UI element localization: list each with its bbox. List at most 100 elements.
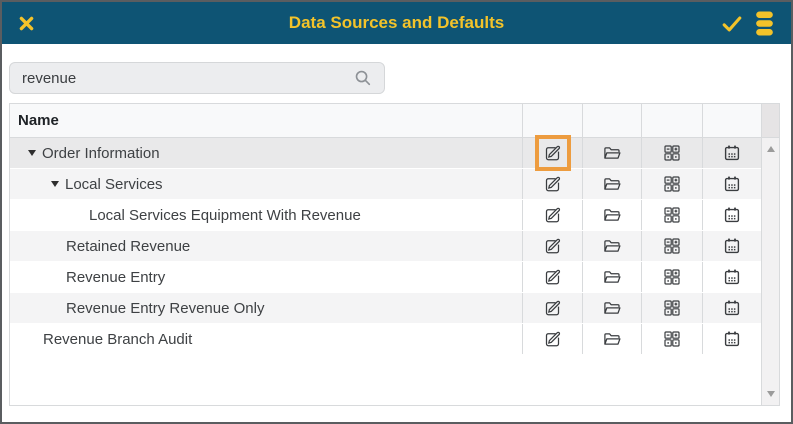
table-row[interactable]: Retained Revenue <box>10 231 761 262</box>
folder-open-icon <box>602 236 622 256</box>
folder-open-button[interactable] <box>598 139 626 167</box>
edit-button[interactable] <box>539 325 567 353</box>
grid-icon <box>662 329 682 349</box>
grid-button[interactable] <box>658 232 686 260</box>
grid-button[interactable] <box>658 325 686 353</box>
calendar-button[interactable] <box>718 263 746 291</box>
folder-open-button[interactable] <box>598 294 626 322</box>
calendar-button[interactable] <box>718 325 746 353</box>
grid-action-cell <box>641 200 702 230</box>
calendar-button[interactable] <box>718 294 746 322</box>
table-row[interactable]: Local Services Equipment With Revenue <box>10 200 761 231</box>
grid-action-cell <box>641 231 702 261</box>
edit-button[interactable] <box>539 294 567 322</box>
table-row[interactable]: Revenue Entry <box>10 262 761 293</box>
edit-action-cell <box>522 324 582 354</box>
dialog-title: Data Sources and Defaults <box>289 13 504 33</box>
titlebar-actions <box>721 11 775 36</box>
row-name-cell: Revenue Branch Audit <box>10 324 522 354</box>
folder-open-action-cell <box>582 324 641 354</box>
grid-action-cell <box>641 138 702 168</box>
folder-open-icon <box>602 174 622 194</box>
calendar-button[interactable] <box>718 139 746 167</box>
calendar-button[interactable] <box>718 170 746 198</box>
calendar-icon <box>722 298 742 318</box>
database-icon <box>754 11 775 36</box>
row-name-cell: Order Information <box>10 138 522 168</box>
folder-open-icon <box>602 329 622 349</box>
row-label: Local Services Equipment With Revenue <box>89 207 361 224</box>
calendar-action-cell <box>702 231 761 261</box>
expand-caret-icon[interactable] <box>28 150 36 156</box>
folder-open-button[interactable] <box>598 263 626 291</box>
row-label: Revenue Branch Audit <box>43 331 192 348</box>
grid-icon <box>662 174 682 194</box>
calendar-action-cell <box>702 200 761 230</box>
folder-open-action-cell <box>582 231 641 261</box>
folder-open-action-cell <box>582 169 641 199</box>
edit-button-highlighted[interactable] <box>535 135 571 171</box>
expand-caret-icon[interactable] <box>51 181 59 187</box>
vertical-scrollbar[interactable] <box>761 138 779 405</box>
edit-button[interactable] <box>539 263 567 291</box>
column-header-name[interactable]: Name <box>10 104 522 137</box>
grid-body: Order Information Local Services <box>10 138 761 405</box>
calendar-action-cell <box>702 169 761 199</box>
row-label: Order Information <box>42 145 160 162</box>
dialog-titlebar: Data Sources and Defaults <box>2 2 791 44</box>
grid-header: Name <box>10 104 779 138</box>
data-sources-button[interactable] <box>754 11 775 36</box>
grid-icon <box>662 205 682 225</box>
table-row[interactable]: Order Information <box>10 138 761 169</box>
edit-button[interactable] <box>539 232 567 260</box>
close-icon <box>18 15 35 32</box>
grid-button[interactable] <box>658 294 686 322</box>
folder-open-button[interactable] <box>598 201 626 229</box>
table-row[interactable]: Local Services <box>10 169 761 200</box>
table-row[interactable]: Revenue Entry Revenue Only <box>10 293 761 324</box>
calendar-button[interactable] <box>718 201 746 229</box>
grid-action-cell <box>641 324 702 354</box>
scroll-up-arrow-icon[interactable] <box>767 146 775 152</box>
table-row[interactable]: Revenue Branch Audit <box>10 324 761 355</box>
edit-action-cell <box>522 200 582 230</box>
calendar-icon <box>722 236 742 256</box>
grid-action-cell <box>641 262 702 292</box>
folder-open-button[interactable] <box>598 170 626 198</box>
row-name-cell: Local Services <box>10 169 522 199</box>
edit-icon <box>543 329 563 349</box>
confirm-check-icon <box>721 14 743 33</box>
calendar-icon <box>722 329 742 349</box>
row-label: Retained Revenue <box>66 238 190 255</box>
calendar-action-cell <box>702 138 761 168</box>
edit-action-cell <box>522 138 582 168</box>
edit-icon <box>543 298 563 318</box>
grid-icon <box>662 236 682 256</box>
edit-icon <box>543 143 563 163</box>
edit-action-cell <box>522 262 582 292</box>
grid-button[interactable] <box>658 139 686 167</box>
folder-open-icon <box>602 267 622 287</box>
grid-icon <box>662 267 682 287</box>
calendar-icon <box>722 267 742 287</box>
grid-button[interactable] <box>658 263 686 291</box>
search-input[interactable] <box>22 70 354 87</box>
close-button[interactable] <box>18 15 35 32</box>
folder-open-button[interactable] <box>598 232 626 260</box>
scroll-down-arrow-icon[interactable] <box>767 391 775 397</box>
folder-open-button[interactable] <box>598 325 626 353</box>
search-icon <box>354 69 372 87</box>
calendar-action-cell <box>702 293 761 323</box>
folder-open-icon <box>602 205 622 225</box>
edit-action-cell <box>522 169 582 199</box>
search-button[interactable] <box>354 69 372 87</box>
edit-button[interactable] <box>539 170 567 198</box>
calendar-button[interactable] <box>718 232 746 260</box>
folder-open-action-cell <box>582 138 641 168</box>
row-label: Revenue Entry <box>66 269 165 286</box>
edit-action-cell <box>522 231 582 261</box>
edit-button[interactable] <box>539 201 567 229</box>
grid-button[interactable] <box>658 201 686 229</box>
confirm-button[interactable] <box>721 14 743 33</box>
grid-button[interactable] <box>658 170 686 198</box>
